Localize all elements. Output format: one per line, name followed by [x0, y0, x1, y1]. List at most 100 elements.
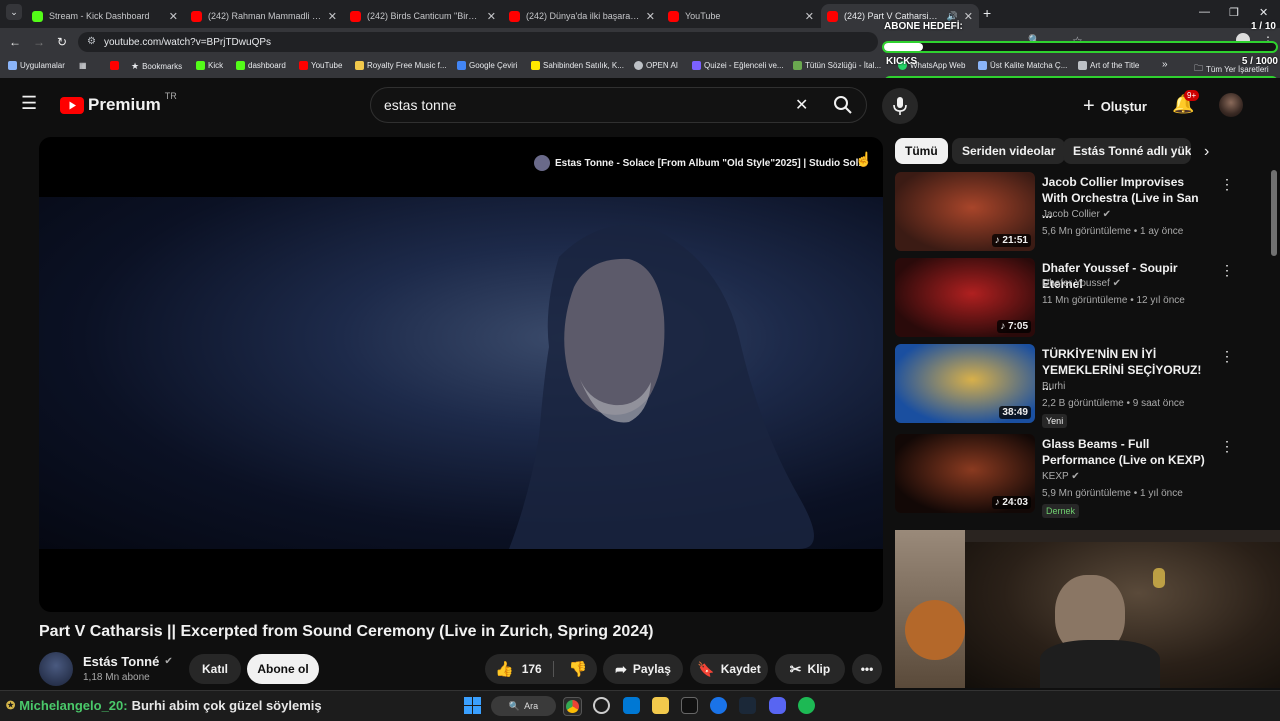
like-button[interactable]: 👍 176 — [485, 654, 553, 684]
bookmark-royalty-free-music[interactable]: Royalty Free Music f... — [355, 61, 447, 70]
voice-search-button[interactable] — [882, 88, 918, 124]
video-thumbnail[interactable]: ♪ 21:51 — [895, 172, 1035, 251]
channel-mini-avatar — [534, 155, 550, 171]
channel-name[interactable]: Estás Tonné — [83, 654, 159, 669]
related-video-item[interactable]: 38:49 TÜRKİYE'NİN EN İYİ YEMEKLERİNİ SEÇ… — [895, 344, 1255, 428]
more-horizontal-icon: ••• — [860, 662, 874, 676]
more-vertical-icon[interactable]: ⋮ — [1220, 438, 1234, 455]
bookmark-youtube-icon[interactable] — [110, 61, 119, 70]
join-button[interactable]: Katıl — [189, 654, 241, 684]
related-channel[interactable]: Jacob Collier ✔ — [1042, 209, 1111, 220]
microphone-icon — [893, 97, 907, 115]
subscribe-button[interactable]: Abone ol — [247, 654, 319, 684]
bookmark-quizei[interactable]: Quizei - Eğlenceli ve... — [692, 61, 784, 70]
save-button[interactable]: 🔖 Kaydet — [690, 654, 768, 684]
site-info-icon[interactable]: ⚙ — [87, 36, 96, 47]
apps-grid-icon[interactable]: ▦ — [79, 61, 87, 70]
bookmark-label: Bookmarks — [142, 62, 183, 71]
chrome-taskbar-icon[interactable] — [563, 697, 582, 716]
chip-series-videos[interactable]: Seriden videolar — [952, 138, 1066, 164]
tab-close-icon[interactable]: ✕ — [487, 10, 496, 23]
related-channel[interactable]: Dhafer Youssef ✔ — [1042, 278, 1121, 289]
related-video-item[interactable]: ♪ 21:51 Jacob Collier Improvises With Or… — [895, 172, 1255, 252]
video-overlay-title[interactable]: Estas Tonne - Solace [From Album "Old St… — [534, 155, 867, 171]
more-vertical-icon[interactable]: ⋮ — [1220, 176, 1234, 193]
bookmark-apps[interactable]: Uygulamalar — [8, 61, 65, 70]
related-channel[interactable]: KEXP ✔ — [1042, 471, 1080, 482]
reload-icon[interactable]: ↻ — [57, 35, 67, 49]
file-explorer-icon[interactable] — [652, 697, 669, 714]
browser-tab-dunya[interactable]: (242) Dünya'da ilki başaranlar... ✕ — [503, 4, 661, 28]
quizei-icon — [692, 61, 701, 70]
clear-search-icon[interactable]: ✕ — [795, 95, 808, 115]
related-channel[interactable]: Burhi — [1042, 381, 1065, 392]
share-button[interactable]: ➦ Paylaş — [603, 654, 683, 684]
performer-silhouette — [509, 225, 814, 549]
bookmark-dashboard[interactable]: dashboard — [236, 61, 286, 70]
related-video-title[interactable]: Glass Beams - Full Performance (Live on … — [1042, 436, 1207, 468]
youtube-premium-logo[interactable]: Premium TR — [60, 91, 177, 115]
bookmark-sahibinden[interactable]: Sahibinden Satılık, K... — [531, 61, 624, 70]
store-taskbar-icon[interactable] — [623, 697, 640, 714]
notification-count-badge: 9+ — [1184, 90, 1200, 101]
dislike-button[interactable]: 👎 — [559, 654, 597, 684]
related-meta: 5,9 Mn görüntüleme • 1 yıl önce — [1042, 488, 1183, 499]
app-taskbar-icon[interactable] — [681, 697, 698, 714]
tab-close-icon[interactable]: ✕ — [805, 10, 814, 23]
tab-close-icon[interactable]: ✕ — [169, 10, 178, 23]
search-input[interactable]: estas tonne — [384, 97, 456, 113]
create-button[interactable]: + Oluştur — [1083, 95, 1147, 118]
share-arrow-icon: ➦ — [615, 660, 627, 677]
taskbar-search[interactable]: 🔍 Ara — [491, 696, 556, 716]
channel-avatar[interactable] — [39, 652, 73, 686]
bookmark-youtube[interactable]: YouTube — [299, 61, 342, 70]
sidebar-scrollbar-thumb[interactable] — [1271, 170, 1277, 256]
bookmark-bookmarks[interactable]: ★ Bookmarks — [131, 61, 182, 72]
browser-tab-birds[interactable]: (242) Birds Canticum "Birds Re ✕ — [344, 4, 502, 28]
search-box[interactable]: estas tonne — [370, 87, 867, 123]
tab-close-icon[interactable]: ✕ — [646, 10, 655, 23]
browser-taskbar-icon[interactable] — [710, 697, 727, 714]
channel-name-row[interactable]: Estás Tonné ✔ — [83, 654, 173, 669]
address-bar[interactable]: ⚙ youtube.com/watch?v=BPrjTDwuQPs — [78, 32, 878, 52]
back-arrow-icon[interactable]: ← — [9, 35, 21, 49]
related-video-item[interactable]: ♪ 24:03 Glass Beams - Full Performance (… — [895, 434, 1255, 518]
search-button[interactable] — [820, 87, 867, 123]
video-thumbnail[interactable]: ♪ 7:05 — [895, 258, 1035, 337]
related-meta: 11 Mn görüntüleme • 12 yıl önce — [1042, 295, 1185, 306]
hamburger-menu-icon[interactable]: ☰ — [21, 93, 37, 114]
premium-label: Premium — [88, 95, 161, 114]
like-dislike-group: 👍 176 👎 — [485, 654, 597, 684]
bookmark-tutun-sozlugu[interactable]: Tütün Sözlüğü - İtal... — [793, 61, 881, 70]
chip-all[interactable]: Tümü — [895, 138, 948, 164]
tab-close-icon[interactable]: ✕ — [328, 10, 337, 23]
discord-taskbar-icon[interactable] — [769, 697, 786, 714]
bookmark-google-ceviri[interactable]: Google Çeviri — [457, 61, 517, 70]
more-actions-button[interactable]: ••• — [852, 654, 882, 684]
browser-tab-youtube[interactable]: YouTube ✕ — [662, 4, 820, 28]
more-vertical-icon[interactable]: ⋮ — [1220, 262, 1234, 279]
forward-arrow-icon[interactable]: → — [33, 35, 45, 49]
bookmark-openai[interactable]: OPEN AI — [634, 61, 678, 70]
steam-taskbar-icon[interactable] — [739, 697, 756, 714]
obs-taskbar-icon[interactable] — [593, 697, 610, 714]
minimize-button[interactable]: — — [1199, 6, 1210, 18]
browser-tab-kick-dashboard[interactable]: Stream - Kick Dashboard ✕ — [26, 4, 184, 28]
clip-button[interactable]: ✂ Klip — [775, 654, 845, 684]
notifications-button[interactable]: 🔔 9+ — [1172, 90, 1200, 115]
chip-uploads[interactable]: Estás Tonné adlı yükle — [1063, 138, 1191, 164]
tab-search-icon[interactable]: ⌄ — [6, 4, 22, 20]
browser-tab-rahman[interactable]: (242) Rahman Mammadli & Tur ✕ — [185, 4, 343, 28]
video-player[interactable]: Estas Tonne - Solace [From Album "Old St… — [39, 137, 883, 612]
bookmark-kick[interactable]: Kick — [196, 61, 223, 70]
spotify-taskbar-icon[interactable] — [798, 697, 815, 714]
chevron-right-icon[interactable]: › — [1204, 143, 1209, 161]
related-video-item[interactable]: ♪ 7:05 Dhafer Youssef - Soupir Eternel D… — [895, 258, 1255, 338]
more-vertical-icon[interactable]: ⋮ — [1220, 348, 1234, 365]
account-avatar[interactable] — [1219, 93, 1243, 117]
tab-title: (242) Birds Canticum "Birds Re — [367, 11, 481, 21]
video-thumbnail[interactable]: 38:49 — [895, 344, 1035, 423]
clip-label: Klip — [807, 662, 831, 676]
related-video-title[interactable]: TÜRKİYE'NİN EN İYİ YEMEKLERİNİ SEÇİYORUZ… — [1042, 346, 1207, 394]
video-thumbnail[interactable]: ♪ 24:03 — [895, 434, 1035, 513]
